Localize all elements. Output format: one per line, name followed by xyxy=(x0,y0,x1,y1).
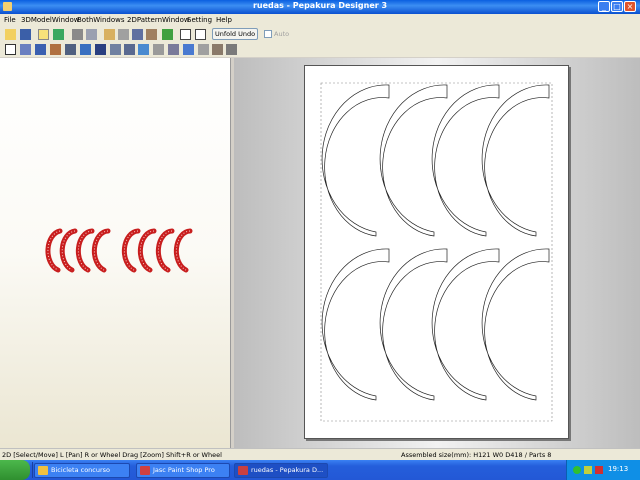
menu-file[interactable]: File xyxy=(4,16,16,24)
refresh-icon[interactable] xyxy=(138,44,149,55)
print-icon[interactable] xyxy=(226,44,237,55)
3d-wheel-3 xyxy=(75,228,95,273)
tool-icon[interactable] xyxy=(146,29,157,40)
3d-wheel-8 xyxy=(173,228,193,273)
app-icon xyxy=(3,2,12,11)
pattern-part-7 xyxy=(431,248,500,401)
save-icon[interactable] xyxy=(20,29,31,40)
antivirus-icon[interactable] xyxy=(595,466,603,474)
task-jasc-paint-shop-pro[interactable]: Jasc Paint Shop Pro xyxy=(136,463,230,478)
3d-model-pane[interactable] xyxy=(0,58,231,448)
3d-wheel-2 xyxy=(59,228,78,273)
status-hint: 2D [Select/Move] L [Pan] R or Wheel Drag… xyxy=(2,451,222,459)
main-toolbar: Unfold Undo Auto xyxy=(0,27,640,43)
layout-icon[interactable] xyxy=(65,44,76,55)
auto-checkbox[interactable] xyxy=(264,30,272,38)
task-label: ruedas - Pepakura D... xyxy=(251,466,324,474)
2d-pattern-view xyxy=(320,82,553,422)
page-icon[interactable] xyxy=(198,44,209,55)
pattern-part-8 xyxy=(481,248,550,401)
mirror-icon[interactable] xyxy=(168,44,179,55)
select-icon[interactable] xyxy=(5,44,16,55)
auto-label: Auto xyxy=(274,30,290,38)
open-folder-icon[interactable] xyxy=(5,29,16,40)
grid-icon[interactable] xyxy=(35,44,46,55)
edit-icon[interactable] xyxy=(50,44,61,55)
3d-wheel-4 xyxy=(91,228,111,273)
window2-icon[interactable] xyxy=(195,29,206,40)
number-icon[interactable] xyxy=(183,44,194,55)
fold-icon[interactable] xyxy=(95,44,106,55)
anchor-icon[interactable] xyxy=(132,29,143,40)
menu-2dpatternwindow[interactable]: 2DPatternWindow xyxy=(127,16,190,24)
menu-help[interactable]: Help xyxy=(216,16,232,24)
window-title: ruedas - Pepakura Designer 3 xyxy=(252,1,388,10)
menu-setting[interactable]: Setting xyxy=(187,16,212,24)
folder-icon xyxy=(38,466,48,475)
network-icon[interactable] xyxy=(573,466,581,474)
system-tray xyxy=(566,460,640,480)
pencil-icon[interactable] xyxy=(104,29,115,40)
status-assembled-size: Assembled size(mm): H121 W0 D418 / Parts… xyxy=(401,451,552,459)
paint-shop-icon xyxy=(140,466,150,475)
flag-icon[interactable] xyxy=(162,29,173,40)
3d-wheel-6 xyxy=(137,228,157,273)
start-button[interactable] xyxy=(0,460,30,480)
flap-icon[interactable] xyxy=(110,44,121,55)
undo-icon[interactable] xyxy=(72,29,83,40)
model-icon[interactable] xyxy=(53,29,64,40)
window-icon[interactable] xyxy=(180,29,191,40)
maximize-button[interactable]: □ xyxy=(611,1,623,12)
minimize-button[interactable]: _ xyxy=(598,1,610,12)
print-margin xyxy=(320,82,553,422)
task-bicicleta-concurso[interactable]: Bicicleta concurso xyxy=(34,463,130,478)
3d-wheel-5 xyxy=(121,228,141,273)
unfold-undo-button[interactable]: Unfold Undo xyxy=(212,28,258,40)
3d-wheel-1 xyxy=(45,228,63,273)
secondary-toolbar xyxy=(0,42,640,58)
dash-icon[interactable] xyxy=(153,44,164,55)
pattern-part-5 xyxy=(321,248,390,401)
pattern-part-1 xyxy=(321,84,390,237)
box-icon[interactable] xyxy=(118,29,129,40)
cut-icon[interactable] xyxy=(212,44,223,55)
pepakura-icon xyxy=(238,466,248,475)
task-label: Jasc Paint Shop Pro xyxy=(153,466,215,474)
redo-icon[interactable] xyxy=(86,29,97,40)
pattern-part-3 xyxy=(431,84,500,237)
menu-bar: File 3DModelWindow BothWindows 2DPattern… xyxy=(0,14,640,27)
menu-3dmodelwindow[interactable]: 3DModelWindow xyxy=(21,16,79,24)
pattern-part-6 xyxy=(379,248,448,401)
3d-wheel-7 xyxy=(155,228,175,273)
view-icon[interactable] xyxy=(38,29,49,40)
3d-model-view xyxy=(45,228,193,273)
clock: 19:13 xyxy=(608,465,629,473)
rotate-icon[interactable] xyxy=(80,44,91,55)
title-bar: ruedas - Pepakura Designer 3 _ □ × xyxy=(0,0,640,14)
paper-sheet xyxy=(304,65,569,439)
task-pepakura[interactable]: ruedas - Pepakura D... xyxy=(234,463,328,478)
pattern-part-2 xyxy=(379,84,448,237)
task-label: Bicicleta concurso xyxy=(51,466,111,474)
move-icon[interactable] xyxy=(20,44,31,55)
messenger-icon[interactable] xyxy=(584,466,592,474)
menu-bothwindows[interactable]: BothWindows xyxy=(77,16,125,24)
taskbar: Bicicleta concurso Jasc Paint Shop Pro r… xyxy=(0,460,640,480)
pattern-part-4 xyxy=(481,84,550,237)
close-button[interactable]: × xyxy=(624,1,636,12)
join-icon[interactable] xyxy=(124,44,135,55)
